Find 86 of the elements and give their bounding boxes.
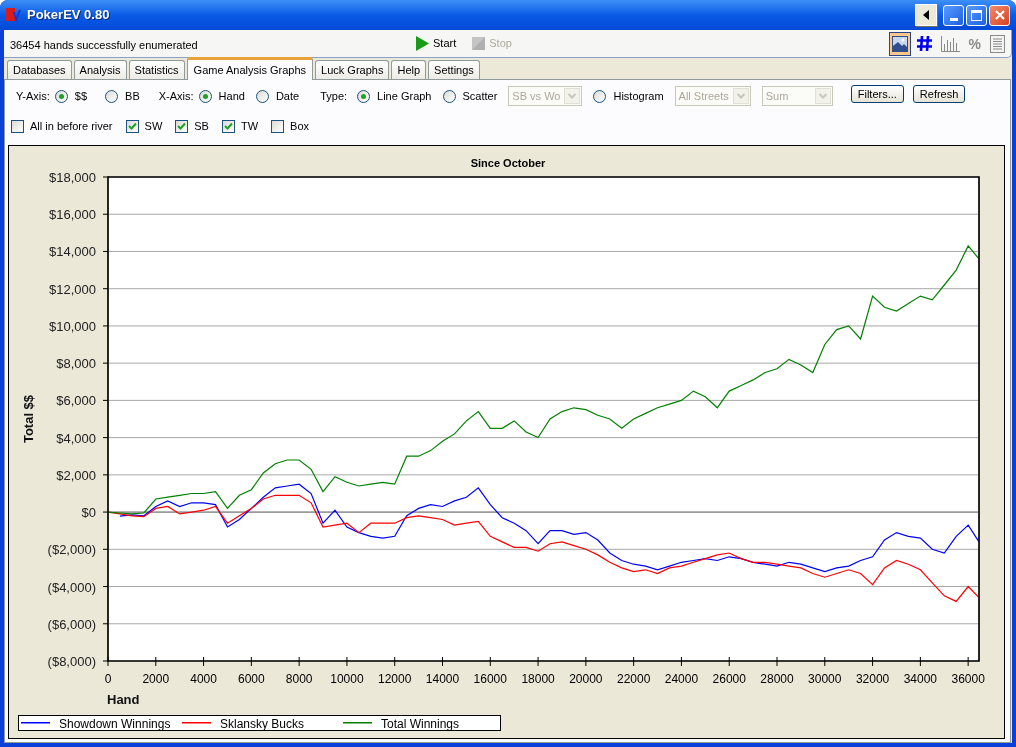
hash-icon [916, 36, 932, 51]
maximize-icon [971, 9, 982, 21]
checkbox-option[interactable]: All in before river [11, 117, 113, 135]
refresh-button[interactable]: Refresh [912, 85, 966, 103]
tick-label: 20000 [569, 672, 603, 686]
radio-option[interactable]: Date [255, 87, 300, 105]
tick-label: 24000 [664, 672, 699, 686]
minimize-button[interactable] [943, 4, 964, 26]
percent-label: % [968, 36, 981, 51]
radio-option[interactable]: Hand [198, 87, 245, 105]
tab[interactable]: Game Analysis Graphs [186, 57, 314, 80]
tick-label: 2000 [142, 672, 170, 686]
tick-label: ($4,000) [47, 579, 96, 595]
tick-label: 4000 [190, 672, 217, 686]
tab[interactable]: Analysis [73, 60, 127, 79]
tick-label: 10000 [330, 672, 364, 686]
close-button[interactable] [989, 4, 1010, 26]
legend-label: Sklansky Bucks [220, 716, 305, 731]
tab[interactable]: Luck Graphs [315, 60, 390, 79]
chart-title: Since October [470, 157, 546, 169]
legend-label: Total Winnings [381, 716, 460, 731]
tick-label: 8000 [285, 672, 313, 686]
radio-option[interactable]: Line Graph [357, 87, 432, 105]
tick-label: 0 [104, 672, 112, 686]
chevron-down-icon [814, 88, 831, 104]
chevron-down-icon [732, 88, 749, 104]
tick-label: $16,000 [49, 207, 96, 223]
tick-label: $18,000 [49, 170, 96, 185]
chevron-down-icon [564, 88, 581, 104]
tick-label: $14,000 [49, 244, 96, 260]
tab[interactable]: Databases [7, 60, 72, 79]
axis-label: Hand [107, 692, 140, 707]
tick-label: ($6,000) [47, 616, 96, 632]
tick-label: 18000 [521, 672, 555, 686]
tick-label: $10,000 [49, 318, 96, 334]
field-label: Type: [320, 88, 348, 104]
view-toggle[interactable] [888, 31, 911, 56]
collapse-button[interactable] [915, 4, 937, 26]
tick-label: 22000 [616, 672, 651, 686]
checkbox-option[interactable]: SB [175, 117, 209, 135]
checkbox-option[interactable]: Box [271, 117, 310, 135]
tick-label: ($2,000) [47, 542, 96, 558]
checkbox-option[interactable]: TW [221, 117, 259, 135]
axis-label: Total $$ [21, 394, 36, 444]
tick-label: $8,000 [56, 356, 96, 372]
minimize-icon [949, 17, 958, 21]
app-icon [6, 7, 21, 23]
tick-label: 30000 [808, 672, 842, 686]
tick-label: $2,000 [56, 467, 96, 483]
legend-label: Showdown Winnings [59, 716, 171, 731]
tick-label: $0 [81, 505, 96, 521]
tick-label: $12,000 [49, 281, 96, 297]
bar-chart-icon [940, 35, 960, 52]
tick-label: 28000 [760, 672, 794, 686]
tick-label: ($8,000) [47, 654, 96, 669]
tick-label: 34000 [903, 672, 938, 686]
play-icon [416, 36, 429, 51]
tick-label: $6,000 [56, 393, 96, 409]
status-message: 36454 hands successfully enumerated [10, 38, 198, 51]
tab[interactable]: Statistics [128, 60, 185, 79]
radio-option[interactable]: BB [105, 87, 140, 105]
filters-button[interactable]: Filters... [850, 85, 904, 103]
close-icon [994, 10, 1005, 20]
maximize-button[interactable] [966, 4, 987, 26]
tick-label: 14000 [425, 672, 460, 686]
radio-option[interactable]: Scatter [442, 87, 498, 105]
tick-label: $4,000 [56, 430, 96, 446]
radio-option[interactable]: $$ [54, 87, 88, 105]
tick-label: 36000 [951, 672, 985, 686]
caret-left-icon [923, 10, 929, 20]
tab[interactable]: Help [391, 60, 427, 79]
tick-label: 16000 [473, 672, 507, 686]
start-button[interactable]: Start [414, 33, 459, 54]
picture-icon [891, 35, 908, 52]
window-title: PokerEV 0.80 [27, 6, 110, 25]
tick-label: 26000 [712, 672, 746, 686]
stop-icon [472, 37, 486, 50]
field-label: X-Axis: [158, 88, 194, 104]
list-icon [990, 34, 1005, 53]
field-label: Y-Axis: [16, 88, 50, 104]
tick-label: 12000 [378, 672, 412, 686]
checkbox-option[interactable]: SW [125, 117, 163, 135]
tab[interactable]: Settings [428, 60, 480, 79]
tick-label: 6000 [238, 672, 265, 686]
tick-label: 32000 [855, 672, 890, 686]
radio-option[interactable]: Histogram [593, 87, 664, 105]
